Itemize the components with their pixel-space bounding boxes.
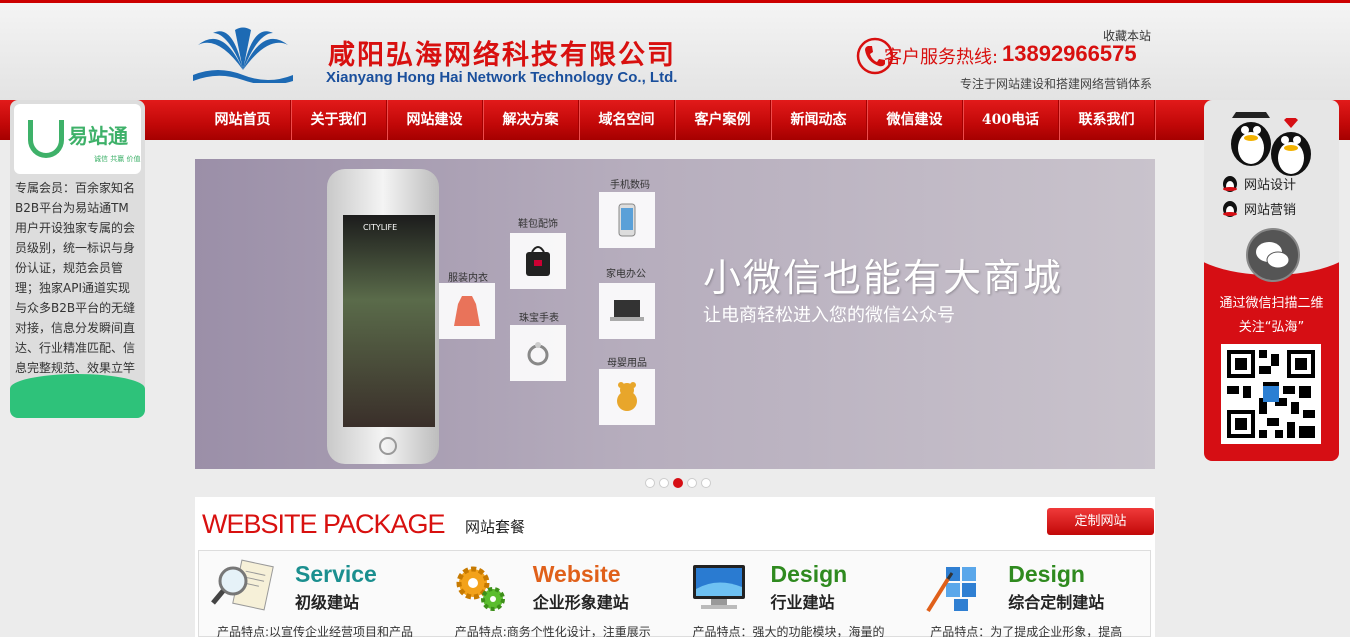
slide-dot-4[interactable] [687,478,697,488]
monitor-icon [692,565,745,609]
banner-headline: 小微信也能有大商城 [703,256,1064,300]
u-logo-icon [28,120,64,158]
wave-logo-icon[interactable] [193,25,293,83]
tile-label: 手机数码 [610,180,650,191]
banner-subline: 让电商轻松进入您的微信公众号 [703,305,955,326]
phone-mockup: CITYLIFE [327,169,439,464]
hotline-label: 客户服务热线: [884,47,999,68]
hero-banner[interactable]: CITYLIFE 手机数码 鞋包配饰 服装内衣 家电办公 珠宝手表 母婴用品 小… [195,159,1155,469]
dress-icon [454,296,480,326]
package-desc: 产品特点：为了提成企业形象，提高 [930,625,1123,637]
tile-label: 家电办公 [606,269,646,280]
site-header: 咸阳弘海网络科技有限公司 Xianyang Hong Hai Network T… [0,0,1350,100]
slide-dot-3[interactable] [673,478,683,488]
package-desc: 产品特点:以宣传企业经营项目和产品 [217,625,414,637]
package-en-title: Design [770,561,848,587]
tile-appliance [599,283,655,339]
qq-link-design[interactable]: 网站设计 [1220,173,1296,193]
nav-item-about[interactable]: 关于我们 [291,100,387,140]
company-name-cn: 咸阳弘海网络科技有限公司 [328,40,676,71]
tile-label: 珠宝手表 [519,313,559,324]
wechat-scan-text: 通过微信扫描二维 关注“弘海” [1204,292,1339,340]
package-desc: 产品特点:商务个性化设计，注重展示 [454,625,651,637]
nav-item-cases[interactable]: 客户案例 [675,100,771,140]
left-float-panel: 易站通 诚信 共赢 价值 专属会员：百余家知名B2B平台为易站通TM用户开设独家… [10,100,145,418]
slide-dot-2[interactable] [659,478,669,488]
qq-icon [1223,201,1237,217]
package-desc: 产品特点：强大的功能模块，海量的 [692,625,885,637]
tile-phone [599,192,655,248]
tile-baby [599,369,655,425]
package-subtitle: 网站套餐 [465,518,526,536]
tile-label: 鞋包配饰 [518,219,558,230]
package-en-title: Design [1008,561,1085,587]
package-item-custom[interactable]: Design 综合定制建站 产品特点：为了提成企业形象，提高 [912,551,1150,637]
nav-item-solutions[interactable]: 解决方案 [483,100,579,140]
nav-item-home[interactable]: 网站首页 [195,100,291,140]
left-float-text: 专属会员：百余家知名B2B平台为易站通TM用户开设独家专属的会员级别，统一标识与… [15,181,136,395]
hotline-number: 13892966575 [1002,41,1137,66]
main-nav: 网站首页 关于我们 网站建设 解决方案 域名空间 客户案例 新闻动态 微信建设 … [0,100,1350,140]
gears-icon [456,566,505,611]
tile-clothes [439,283,495,339]
yizhantong-logo[interactable]: 易站通 诚信 共赢 价值 [14,104,141,174]
phone-device-icon [618,203,636,237]
qq-link-label: 网站设计 [1244,177,1297,193]
qq-link-label: 网站营销 [1244,202,1297,218]
blocks-icon [926,567,977,613]
slide-dot-1[interactable] [645,478,655,488]
banner-pagination [645,478,711,488]
left-brand: 易站通 [68,124,128,148]
nav-item-contact[interactable]: 联系我们 [1059,100,1155,140]
phone-home-button [379,437,397,455]
scan-line-1: 通过微信扫描二维 [1219,296,1324,311]
package-cn-title: 企业形象建站 [532,593,629,612]
package-item-corporate[interactable]: Website 企业形象建站 产品特点:商务个性化设计，注重展示 [437,551,675,637]
package-title: WEBSITE PACKAGE [202,509,446,539]
company-name-en: Xianyang Hong Hai Network Technology Co.… [326,69,678,86]
header-tagline: 专注于网站建设和搭建网络营销体系 [960,77,1153,91]
magnifier-doc-icon [211,559,274,611]
qq-icon [1223,176,1237,192]
phone-app-name: CITYLIFE [363,223,398,232]
nav-item-wechat[interactable]: 微信建设 [867,100,963,140]
scan-line-2: 关注“弘海” [1238,320,1305,335]
qr-code-icon [1227,350,1315,438]
nav-item-400[interactable]: 400电话 [963,100,1059,140]
left-float-footer [10,374,145,418]
tile-jewelry [510,325,566,381]
tile-label: 母婴用品 [607,358,647,369]
nav-item-web-build[interactable]: 网站建设 [387,100,483,140]
qr-code [1221,344,1321,444]
qq-link-marketing[interactable]: 网站营销 [1220,198,1296,218]
ring-icon [527,342,549,366]
left-slogan: 诚信 共赢 价值 [94,155,141,163]
package-cn-title: 行业建站 [770,593,835,612]
qq-penguin-icon [1271,118,1311,176]
custom-website-button[interactable]: 定制网站 [1047,508,1154,535]
package-cn-title: 初级建站 [295,593,360,612]
wechat-icon [1246,228,1300,282]
package-item-industry[interactable]: Design 行业建站 产品特点：强大的功能模块，海量的 [675,551,913,637]
tile-label: 服装内衣 [448,273,488,284]
laptop-icon [610,300,644,321]
package-list: Service 初级建站 产品特点:以宣传企业经营项目和产品 Website 企… [198,550,1151,637]
bag-icon [526,246,550,276]
package-en-title: Website [532,561,621,587]
slide-dot-5[interactable] [701,478,711,488]
right-float-panel: 网站设计 网站营销 通过微信扫描二维 关注“弘海” [1204,100,1339,461]
package-en-title: Service [295,561,377,587]
nav-item-domain[interactable]: 域名空间 [579,100,675,140]
package-item-basic[interactable]: Service 初级建站 产品特点:以宣传企业经营项目和产品 [199,551,437,637]
website-package-section: WEBSITE PACKAGE 网站套餐 定制网站 Service 初级建站 产… [195,497,1155,637]
nav-item-news[interactable]: 新闻动态 [771,100,867,140]
package-cn-title: 综合定制建站 [1008,593,1105,612]
tile-bag [510,233,566,289]
teddy-bear-icon [617,382,637,411]
phone-screen: CITYLIFE [343,215,435,427]
